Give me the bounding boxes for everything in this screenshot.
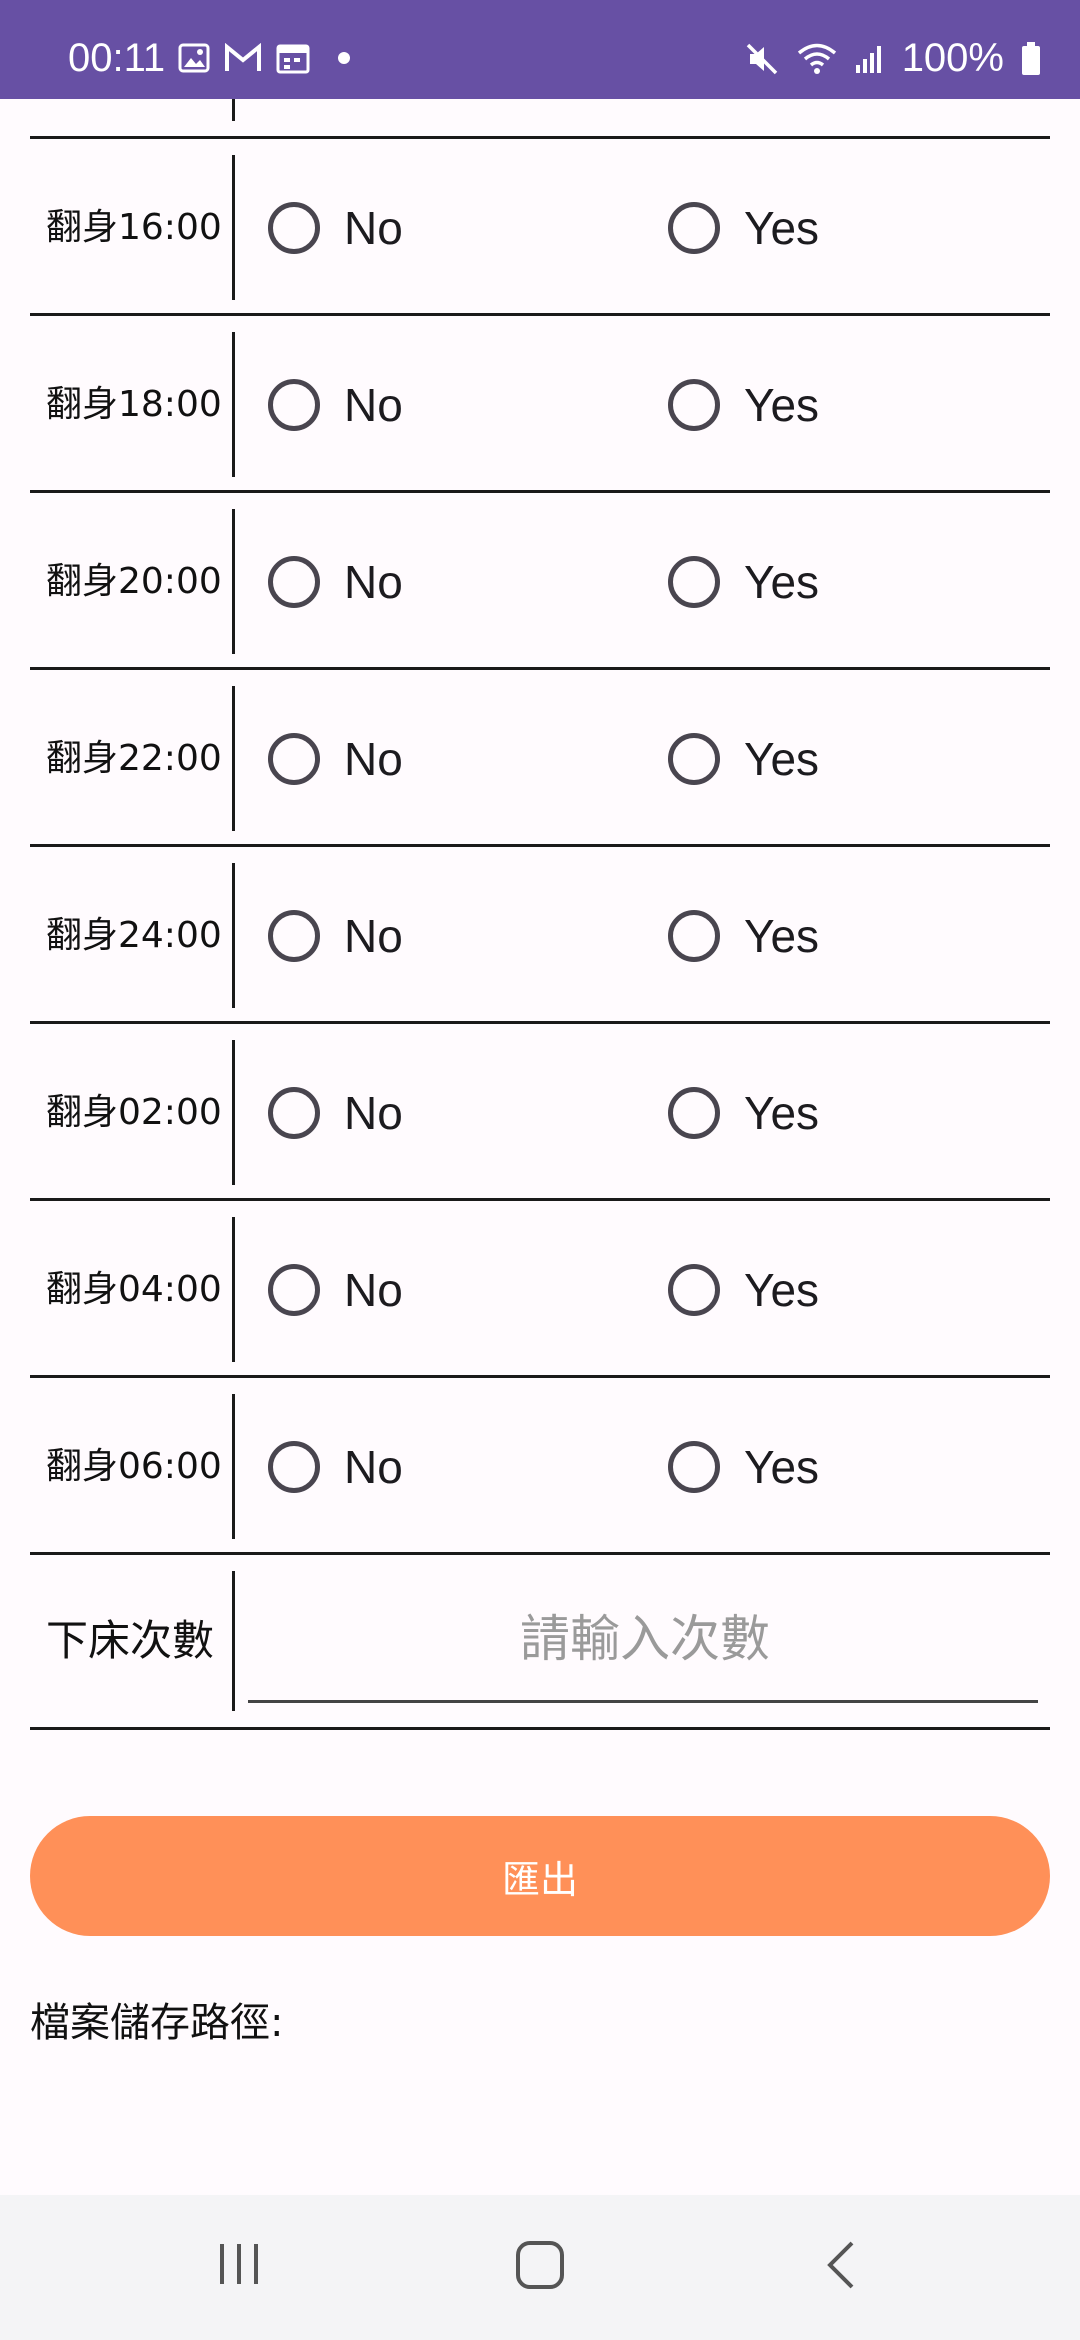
radio-circle-icon[interactable] — [668, 378, 720, 431]
radio-label: No — [344, 201, 403, 254]
turn-row-0200: 翻身02:00 No Yes — [30, 1024, 1050, 1201]
row-label: 翻身18:00 — [46, 384, 222, 425]
column-divider — [232, 155, 235, 300]
radio-label: No — [344, 909, 403, 962]
turn-row-1800: 翻身18:00 No Yes — [30, 316, 1050, 493]
radio-label: Yes — [744, 1440, 820, 1493]
radio-circle-icon[interactable] — [268, 1086, 320, 1139]
radio-circle-icon[interactable] — [268, 732, 320, 785]
radio-circle-icon[interactable] — [668, 732, 720, 785]
column-divider — [232, 686, 235, 831]
radio-circle-icon[interactable] — [668, 555, 720, 608]
turn-row-0600: 翻身06:00 No Yes — [30, 1378, 1050, 1555]
radio-label: No — [344, 555, 403, 608]
row-label: 翻身06:00 — [46, 1446, 222, 1487]
signal-icon — [855, 45, 881, 73]
radio-no[interactable]: No — [268, 316, 403, 493]
row-divider-partial — [232, 99, 235, 121]
radio-no[interactable]: No — [268, 1201, 403, 1378]
radio-circle-icon[interactable] — [668, 1263, 720, 1316]
column-divider — [232, 1394, 235, 1539]
radio-label: No — [344, 1440, 403, 1493]
bed-exit-count-input[interactable] — [248, 1575, 1042, 1702]
notification-icons — [178, 42, 354, 74]
radio-circle-icon[interactable] — [668, 1086, 720, 1139]
column-divider — [232, 509, 235, 654]
turn-row-0400: 翻身04:00 No Yes — [30, 1201, 1050, 1378]
column-divider — [232, 1571, 235, 1711]
radio-label: Yes — [744, 1263, 820, 1316]
radio-yes[interactable]: Yes — [668, 1024, 819, 1201]
radio-label: Yes — [744, 909, 820, 962]
radio-label: Yes — [744, 732, 820, 785]
radio-label: No — [344, 1263, 403, 1316]
row-label: 翻身22:00 — [46, 738, 222, 779]
status-bar: 00:11 100% — [0, 0, 1080, 99]
radio-label: No — [344, 1086, 403, 1139]
recent-apps-icon[interactable] — [214, 2239, 264, 2289]
turn-row-1600: 翻身16:00 No Yes — [30, 139, 1050, 316]
back-icon[interactable] — [822, 2239, 862, 2291]
row-label: 翻身20:00 — [46, 561, 222, 602]
radio-no[interactable]: No — [268, 847, 403, 1024]
radio-label: Yes — [744, 555, 820, 608]
status-right: 100% — [744, 36, 1042, 81]
radio-circle-icon[interactable] — [268, 1263, 320, 1316]
radio-label: Yes — [744, 378, 820, 431]
radio-label: No — [344, 732, 403, 785]
column-divider — [232, 863, 235, 1008]
radio-yes[interactable]: Yes — [668, 1378, 819, 1555]
radio-circle-icon[interactable] — [268, 555, 320, 608]
calendar-icon — [276, 44, 310, 74]
column-divider — [232, 332, 235, 477]
radio-yes[interactable]: Yes — [668, 316, 819, 493]
file-path-label: 檔案儲存路徑: — [30, 2000, 284, 2046]
gmail-icon — [225, 43, 261, 71]
radio-no[interactable]: No — [268, 493, 403, 670]
radio-label: Yes — [744, 201, 820, 254]
radio-circle-icon[interactable] — [268, 909, 320, 962]
bed-exit-label: 下床次數 — [46, 1616, 215, 1665]
bed-exit-input-wrap — [248, 1575, 1042, 1703]
radio-no[interactable]: No — [268, 139, 403, 316]
row-label: 翻身02:00 — [46, 1092, 222, 1133]
turn-row-2400: 翻身24:00 No Yes — [30, 847, 1050, 1024]
dot-icon — [338, 52, 350, 64]
turn-row-2000: 翻身20:00 No Yes — [30, 493, 1050, 670]
battery-percent: 100% — [901, 36, 1004, 80]
radio-yes[interactable]: Yes — [668, 847, 819, 1024]
radio-circle-icon[interactable] — [668, 1440, 720, 1493]
battery-icon — [1022, 41, 1040, 75]
radio-no[interactable]: No — [268, 670, 403, 847]
radio-yes[interactable]: Yes — [668, 1201, 819, 1378]
radio-circle-icon[interactable] — [668, 201, 720, 254]
radio-label: Yes — [744, 1086, 820, 1139]
mute-icon — [746, 43, 777, 74]
radio-yes[interactable]: Yes — [668, 139, 819, 316]
navigation-bar — [0, 2195, 1080, 2340]
radio-no[interactable]: No — [268, 1024, 403, 1201]
radio-no[interactable]: No — [268, 1378, 403, 1555]
export-button[interactable]: 匯出 — [30, 1816, 1050, 1936]
radio-circle-icon[interactable] — [268, 1440, 320, 1493]
turn-row-2200: 翻身22:00 No Yes — [30, 670, 1050, 847]
row-label: 翻身04:00 — [46, 1269, 222, 1310]
row-label: 翻身16:00 — [46, 207, 222, 248]
wifi-icon — [797, 43, 836, 74]
bed-exit-row: 下床次數 — [30, 1555, 1050, 1727]
radio-yes[interactable]: Yes — [668, 670, 819, 847]
radio-label: No — [344, 378, 403, 431]
row-label: 翻身24:00 — [46, 915, 222, 956]
column-divider — [232, 1217, 235, 1362]
status-time: 00:11 — [68, 36, 166, 80]
radio-circle-icon[interactable] — [668, 909, 720, 962]
photo-icon — [178, 43, 210, 73]
column-divider — [232, 1040, 235, 1185]
radio-circle-icon[interactable] — [268, 378, 320, 431]
home-icon[interactable] — [514, 2239, 566, 2291]
row-line — [30, 1727, 1050, 1730]
radio-circle-icon[interactable] — [268, 201, 320, 254]
radio-yes[interactable]: Yes — [668, 493, 819, 670]
